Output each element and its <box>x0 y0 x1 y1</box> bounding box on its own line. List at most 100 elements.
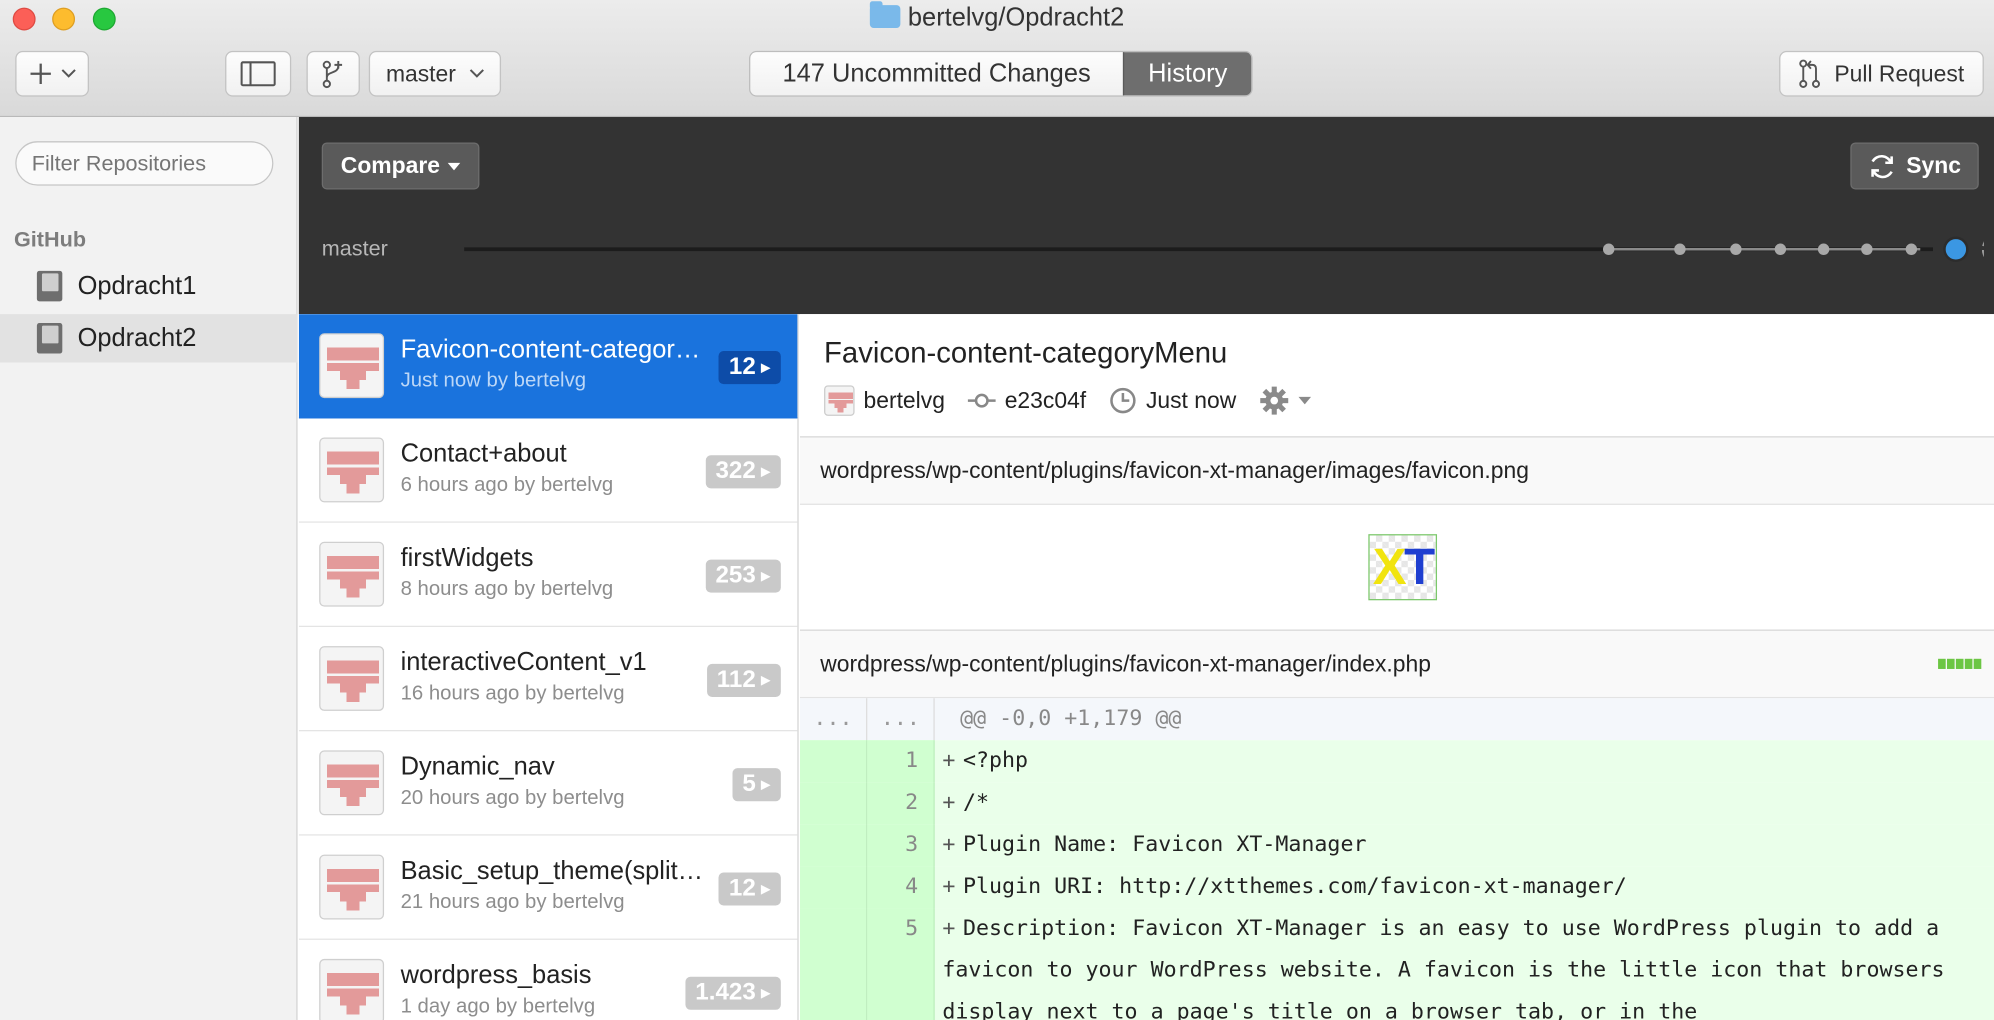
commit-file-count-badge[interactable]: 253 ▶ <box>705 559 781 593</box>
commit-settings-menu[interactable] <box>1259 385 1312 416</box>
clock-icon <box>1110 387 1136 414</box>
gear-icon <box>1260 386 1289 415</box>
compare-label: Compare <box>340 152 441 179</box>
avatar <box>319 854 385 920</box>
commit-item[interactable]: interactiveContent_v1 16 hours ago by be… <box>298 627 798 732</box>
diff-line-added[interactable]: 5 + Description: Favicon XT-Manager is an… <box>799 908 1994 1020</box>
commit-timeline[interactable] <box>458 226 1984 277</box>
window-title-text: bertelvg/Opdracht2 <box>907 3 1125 32</box>
avatar <box>319 958 385 1020</box>
commit-file-count: 12 <box>728 874 756 902</box>
commit-subtitle: 1 day ago by bertelvg <box>400 995 596 1018</box>
timeline-selected-commit-dot[interactable] <box>1943 236 1969 262</box>
file-path: wordpress/wp-content/plugins/favicon-xt-… <box>820 457 1529 484</box>
pull-request-button[interactable]: Pull Request <box>1779 50 1984 97</box>
add-button[interactable] <box>15 50 90 97</box>
diff-line-code: + Description: Favicon XT-Manager is an e… <box>935 908 1994 1020</box>
commit-file-count-badge[interactable]: 322 ▶ <box>705 455 781 489</box>
caret-right-icon: ▶ <box>760 777 771 792</box>
diff-line-added[interactable]: 1 + <?php <box>799 740 1994 783</box>
commit-file-count: 1.423 <box>695 979 756 1006</box>
pull-request-label: Pull Request <box>1834 60 1965 86</box>
commit-file-count-badge[interactable]: 12 ▶ <box>718 872 781 906</box>
caret-right-icon: ▶ <box>760 360 771 375</box>
diff-new-line-number: 3 <box>867 824 935 867</box>
timeline-commit-dot[interactable] <box>1774 243 1787 255</box>
window-title: bertelvg/Opdracht2 <box>0 1 1994 33</box>
additions-indicator <box>1938 658 1982 669</box>
caret-right-icon: ▶ <box>760 464 771 479</box>
timeline-commit-dot[interactable] <box>1905 243 1918 255</box>
diff-code-text: /* <box>962 789 990 816</box>
timeline-commit-dot[interactable] <box>1674 243 1686 255</box>
caret-down-icon <box>1298 396 1312 405</box>
timeline-commit-dot[interactable] <box>1730 243 1742 255</box>
commit-sha[interactable]: e23c04f <box>967 387 1087 414</box>
timeline-commit-dot[interactable] <box>1602 243 1615 255</box>
caret-right-icon: ▶ <box>760 986 771 1001</box>
commit-file-count-badge[interactable]: 12 ▶ <box>718 351 781 385</box>
file-header[interactable]: wordpress/wp-content/plugins/favicon-xt-… <box>799 436 1994 505</box>
timeline-commit-dot[interactable] <box>1817 243 1830 255</box>
commit-subtitle: 6 hours ago by bertelvg <box>400 474 614 497</box>
filter-repositories-input[interactable] <box>15 141 274 186</box>
commit-title: Favicon-content-categor… <box>400 335 701 364</box>
folder-icon <box>869 1 901 28</box>
compare-button[interactable]: Compare <box>321 142 480 190</box>
avatar <box>319 646 385 711</box>
commit-item[interactable]: firstWidgets 8 hours ago by bertelvg 253… <box>298 523 798 627</box>
diff-code-text: Description: Favicon XT-Manager is an ea… <box>942 915 1945 1020</box>
diff-new-gutter: ... <box>867 698 935 741</box>
diff-line-code: +/* <box>935 782 1994 824</box>
repo-label: Opdracht1 <box>77 271 197 300</box>
diff-old-line-number <box>799 866 868 909</box>
diff-line-code: + Plugin Name: Favicon XT-Manager <box>935 824 1994 866</box>
commit-file-count-badge[interactable]: 5 ▶ <box>732 768 781 802</box>
commit-title: interactiveContent_v1 <box>400 648 647 677</box>
timeline-commit-dot[interactable] <box>1861 243 1873 255</box>
commit-item[interactable]: Favicon-content-categor… Just now by ber… <box>298 314 798 419</box>
commit-title: Dynamic_nav <box>400 752 555 781</box>
commit-file-count-badge[interactable]: 1.423 ▶ <box>685 976 781 1010</box>
commit-detail-title: Favicon-content-categoryMenu <box>824 335 1228 369</box>
title-bar: bertelvg/Opdracht2 master 147 Uncommitte… <box>0 0 1994 118</box>
timeline-bar: Compare Sync master <box>298 117 1994 315</box>
toggle-sidebar-button[interactable] <box>225 50 292 97</box>
plus-icon: + <box>942 915 956 942</box>
commit-item[interactable]: Basic_setup_theme(split… 21 hours ago by… <box>298 836 798 940</box>
plus-icon: + <box>942 747 956 774</box>
commit-item[interactable]: Contact+about 6 hours ago by bertelvg 32… <box>298 418 798 523</box>
diff-line-added[interactable]: 2 +/* <box>799 782 1994 825</box>
new-branch-button[interactable] <box>306 50 360 97</box>
commit-subtitle: 16 hours ago by bertelvg <box>400 682 625 705</box>
view-switcher: 147 Uncommitted Changes History <box>749 50 1253 97</box>
sync-button[interactable]: Sync <box>1850 142 1979 190</box>
diff-old-line-number <box>799 824 868 867</box>
commit-author[interactable]: bertelvg <box>824 385 945 416</box>
sidebar-repo-opdracht1[interactable]: Opdracht1 <box>0 262 298 310</box>
chevron-down-icon <box>469 69 484 78</box>
avatar <box>319 437 385 503</box>
diff-new-line-number: 2 <box>867 782 935 825</box>
diff-line-added[interactable]: 3 + Plugin Name: Favicon XT-Manager <box>799 824 1994 867</box>
commit-file-count-badge[interactable]: 112 ▶ <box>706 663 781 697</box>
sidebar-repo-opdracht2[interactable]: Opdracht2 <box>0 314 298 363</box>
diff-line-added[interactable]: 4 + Plugin URI: http://xtthemes.com/favic… <box>799 866 1994 909</box>
uncommitted-changes-tab[interactable]: 147 Uncommitted Changes <box>750 52 1123 96</box>
sidebar-icon <box>240 61 276 87</box>
branch-icon <box>322 60 343 89</box>
branch-selector[interactable]: master <box>368 50 502 97</box>
plus-icon: + <box>942 831 956 858</box>
commit-sha-text: e23c04f <box>1004 387 1087 413</box>
caret-right-icon: ▶ <box>760 881 771 896</box>
favicon-letter: T <box>1404 539 1435 596</box>
file-header[interactable]: wordpress/wp-content/plugins/favicon-xt-… <box>799 629 1994 699</box>
history-tab[interactable]: History <box>1122 52 1252 96</box>
commit-item[interactable]: Dynamic_nav 20 hours ago by bertelvg 5 ▶ <box>298 731 798 836</box>
sync-label: Sync <box>1906 152 1961 179</box>
diff-new-line-number: 1 <box>867 740 935 783</box>
favicon-letter: X <box>1372 539 1407 596</box>
commit-file-count: 12 <box>728 353 756 381</box>
commit-item[interactable]: wordpress_basis 1 day ago by bertelvg 1.… <box>299 940 798 1020</box>
diff-old-line-number <box>799 782 868 825</box>
